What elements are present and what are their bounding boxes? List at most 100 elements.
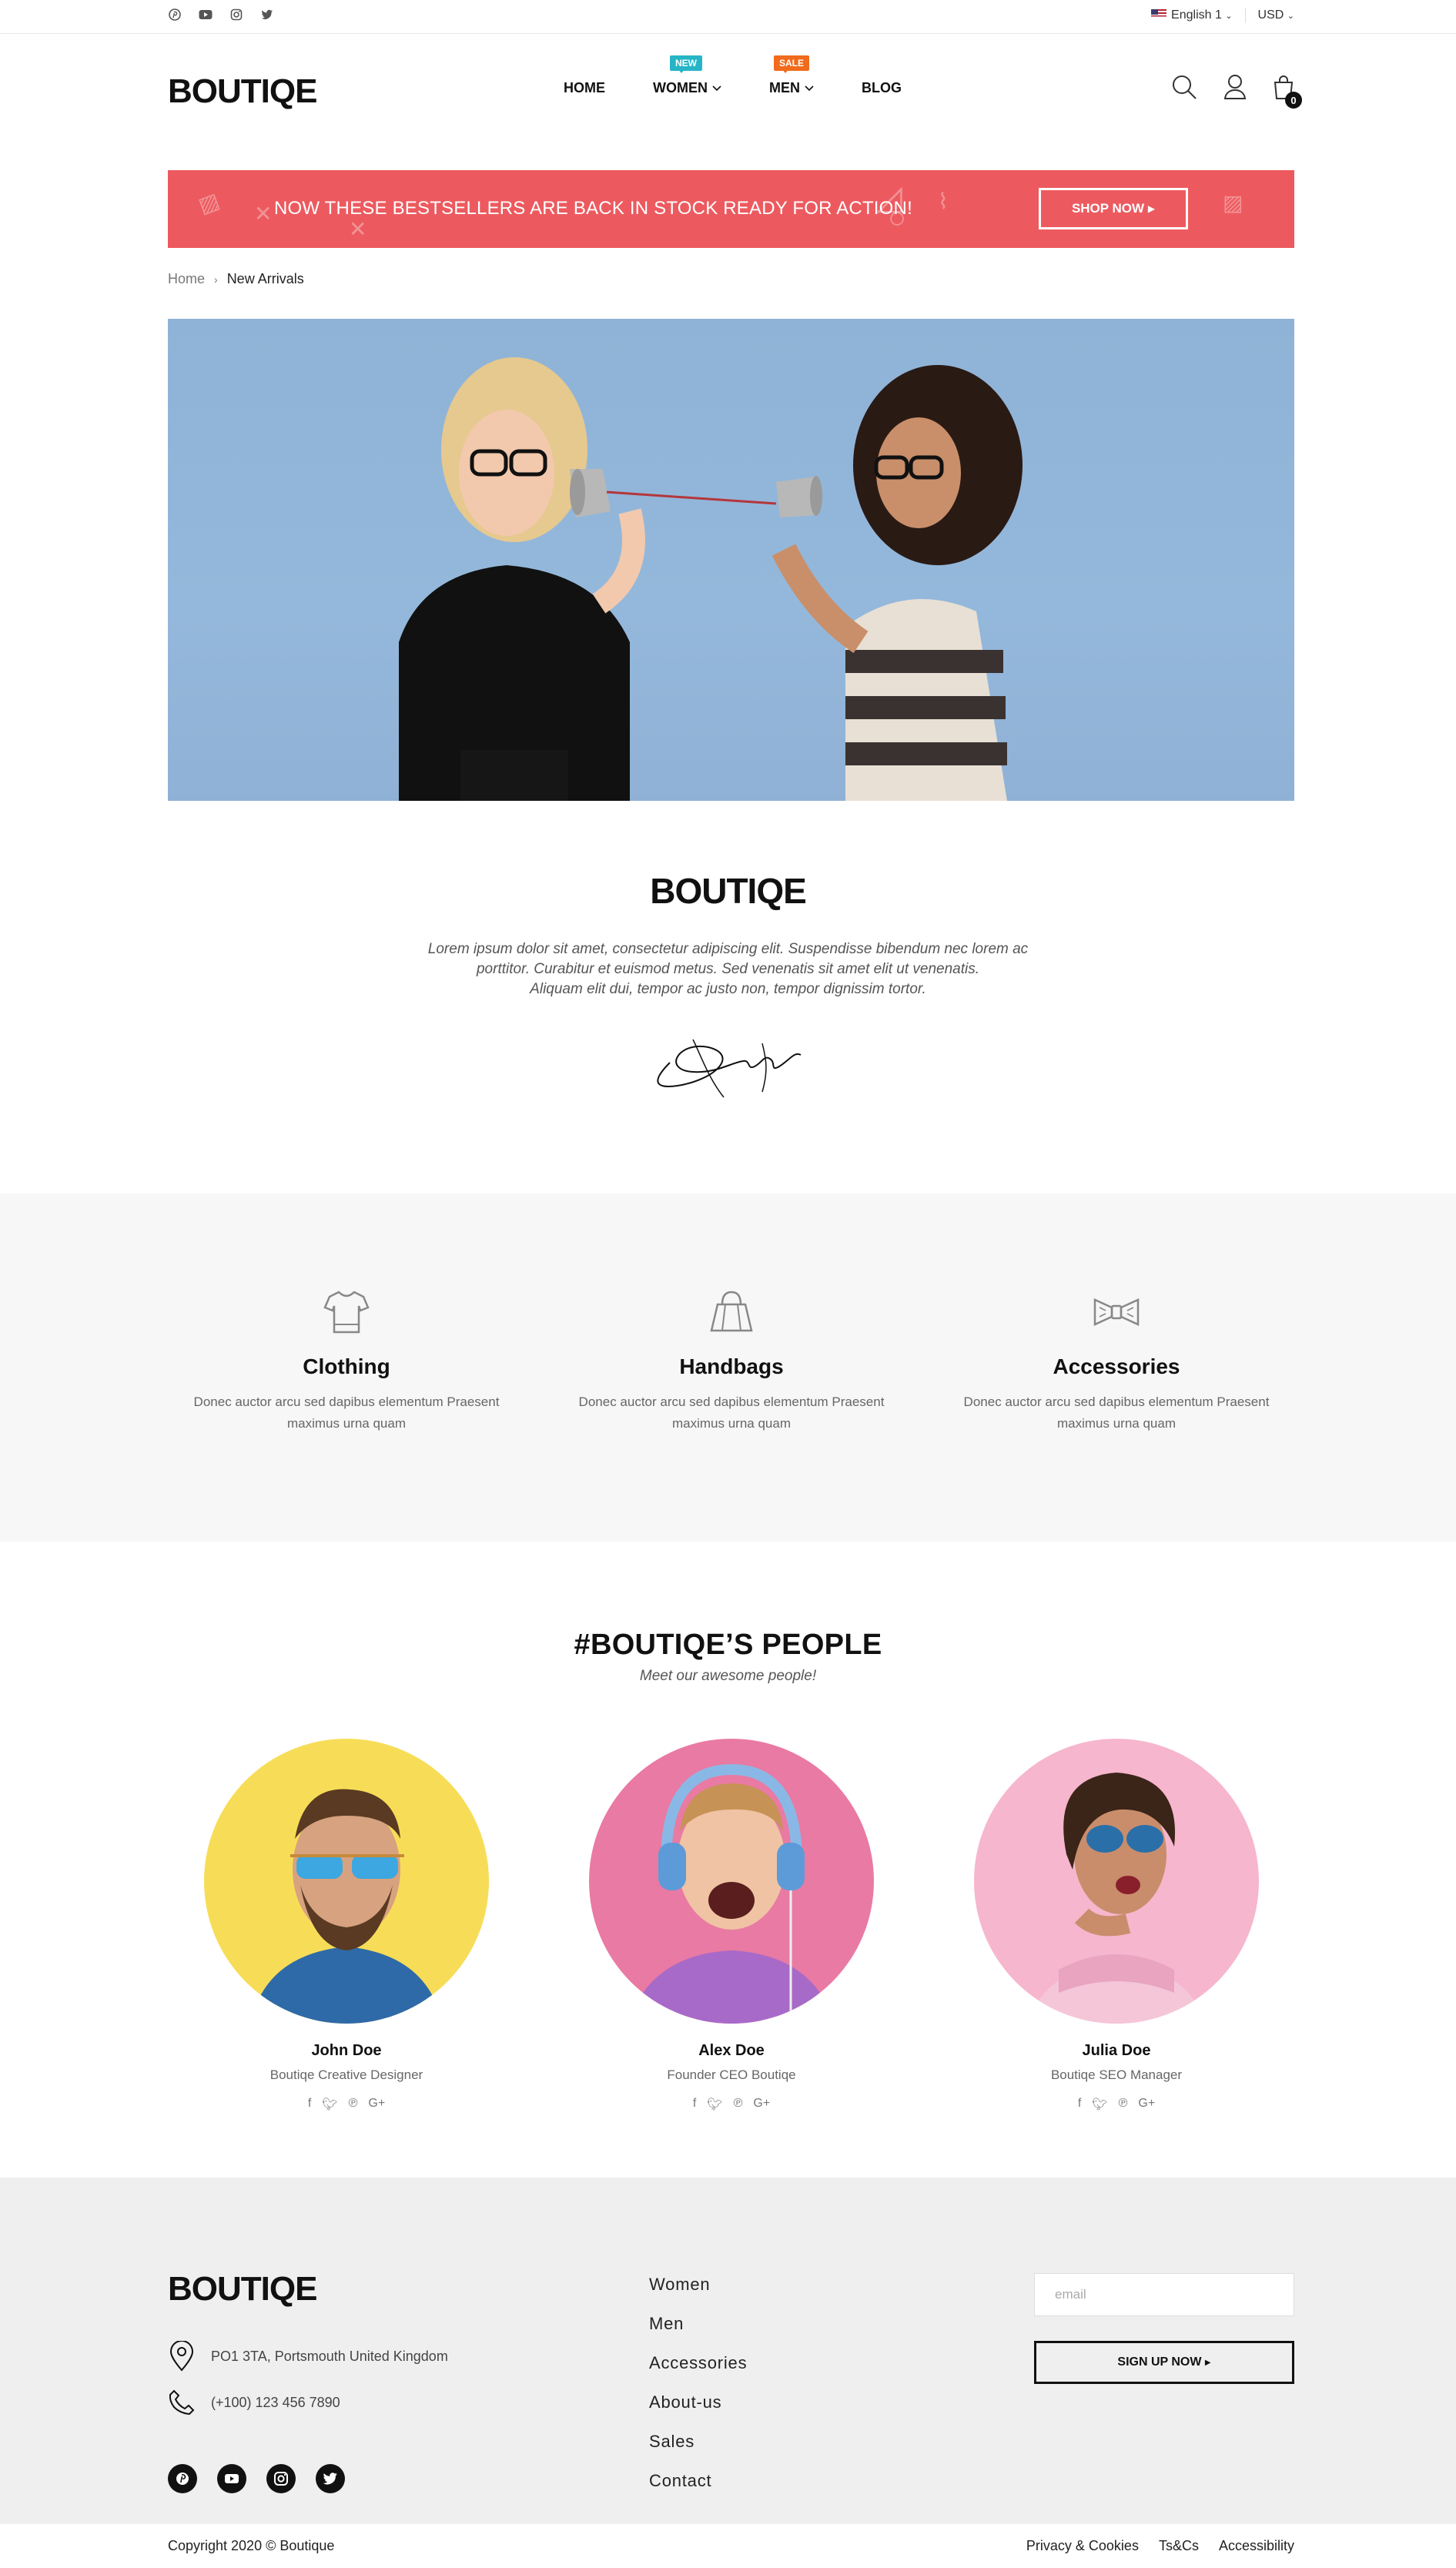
nav-blog[interactable]: BLOG — [862, 80, 902, 96]
main-nav: HOME NEW WOMEN SALE MEN BLOG — [564, 55, 902, 96]
facebook-icon[interactable]: f — [1078, 2097, 1081, 2112]
terms-link[interactable]: Ts&Cs — [1159, 2538, 1199, 2554]
person-name: Julia Doe — [1082, 2042, 1151, 2059]
hero-illustration — [399, 357, 1023, 801]
pinterest-icon[interactable] — [168, 8, 182, 22]
avatar — [589, 1739, 874, 2024]
people-title: #BOUTIQE’S PEOPLE — [574, 1629, 882, 1661]
person-role: Boutiqe Creative Designer — [269, 2067, 423, 2082]
facebook-icon[interactable]: f — [308, 2097, 311, 2112]
caret-right-icon: ▶ — [1204, 2358, 1211, 2367]
language-selector[interactable]: English 1 ⌄ — [1151, 8, 1233, 22]
footer-link-women[interactable]: Women — [649, 2275, 747, 2295]
person-role: Founder CEO Boutiqe — [667, 2067, 796, 2082]
top-social-links — [168, 8, 274, 22]
footer-link-sales[interactable]: Sales — [649, 2432, 747, 2452]
hero-image — [168, 319, 1294, 801]
breadcrumb-current: New Arrivals — [226, 271, 304, 286]
header-actions: 0 — [1171, 74, 1302, 109]
twitter-icon[interactable]: 🐦︎ — [707, 2097, 722, 2112]
category-accessories[interactable]: Accessories Donec auctor arcu sed dapibu… — [939, 1287, 1294, 1435]
people-subtitle: Meet our awesome people! — [639, 1668, 817, 1684]
about-description: Lorem ipsum dolor sit amet, consectetur … — [427, 941, 1029, 997]
footer-address: PO1 3TA, Portsmouth United Kingdom — [168, 2341, 448, 2372]
pinterest-icon[interactable] — [168, 2464, 197, 2493]
currency-selector[interactable]: USD ⌄ — [1258, 8, 1294, 22]
nav-men[interactable]: SALE MEN — [769, 55, 814, 96]
category-description: Donec auctor arcu sed dapibus elementum … — [578, 1394, 885, 1431]
person-social-links: f 🐦︎ ℗ G+ — [192, 2097, 500, 2112]
category-title: Clothing — [303, 1354, 390, 1378]
category-clothing[interactable]: Clothing Donec auctor arcu sed dapibus e… — [169, 1287, 524, 1435]
search-icon[interactable] — [1171, 74, 1197, 104]
google-plus-icon[interactable]: G+ — [1138, 2097, 1155, 2112]
footer-links: Women Men Accessories About-us Sales Con… — [649, 2275, 747, 2491]
nav-women[interactable]: NEW WOMEN — [653, 55, 721, 96]
person-name: John Doe — [311, 2042, 382, 2059]
youtube-icon[interactable] — [217, 2464, 246, 2493]
twitter-icon[interactable]: 🐦︎ — [322, 2097, 337, 2112]
signature-image — [647, 1024, 808, 1105]
bottom-bar: Copyright 2020 © Boutique Privacy & Cook… — [0, 2524, 1456, 2568]
newsletter-email-input[interactable]: email — [1034, 2273, 1294, 2316]
promo-text: NOW THESE BESTSELLERS ARE BACK IN STOCK … — [274, 198, 912, 219]
footer-link-men[interactable]: Men — [649, 2314, 747, 2334]
footer-link-accessories[interactable]: Accessories — [649, 2353, 747, 2373]
nav-home[interactable]: HOME — [564, 80, 605, 96]
shop-now-button[interactable]: SHOP NOW ▶ — [1039, 188, 1188, 229]
divider — [1244, 8, 1246, 23]
footer-link-contact[interactable]: Contact — [649, 2471, 747, 2491]
chevron-right-icon: › — [214, 273, 218, 286]
footer-link-about-us[interactable]: About-us — [649, 2392, 747, 2412]
cart-count-badge: 0 — [1285, 92, 1302, 109]
site-header: BOUTIQE HOME NEW WOMEN SALE MEN BLOG 0 — [0, 34, 1456, 142]
twitter-icon[interactable] — [260, 8, 274, 22]
instagram-icon[interactable] — [266, 2464, 296, 2493]
person-card: John Doe Boutiqe Creative Designer f 🐦︎ … — [192, 1739, 500, 2112]
pinterest-icon[interactable]: ℗ — [1119, 2097, 1128, 2112]
caret-right-icon: ▶ — [1147, 203, 1156, 214]
user-icon[interactable] — [1223, 74, 1247, 104]
accessibility-link[interactable]: Accessibility — [1219, 2538, 1294, 2554]
site-footer: BOUTIQE PO1 3TA, Portsmouth United Kingd… — [0, 2178, 1456, 2524]
handbag-icon — [710, 1291, 753, 1332]
pinterest-icon[interactable]: ℗ — [734, 2097, 743, 2112]
decorative-x-icon: ✕ — [349, 217, 367, 241]
us-flag-icon — [1151, 9, 1167, 19]
about-logo: BOUTIQE — [650, 871, 807, 911]
breadcrumb: Home › New Arrivals — [168, 271, 304, 287]
instagram-icon[interactable] — [229, 8, 243, 22]
breadcrumb-home[interactable]: Home — [168, 271, 205, 287]
google-plus-icon[interactable]: G+ — [368, 2097, 385, 2112]
bowtie-icon — [1093, 1298, 1140, 1326]
footer-logo[interactable]: BOUTIQE — [168, 2270, 317, 2309]
site-logo[interactable]: BOUTIQE — [168, 72, 317, 111]
google-plus-icon[interactable]: G+ — [753, 2097, 770, 2112]
youtube-icon[interactable] — [199, 8, 213, 22]
promo-banner: ▨ ✕ ✕ ◿ ○ ⌇ ▨ NOW THESE BESTSELLERS ARE … — [168, 170, 1294, 248]
person-role: Boutiqe SEO Manager — [1050, 2067, 1183, 2082]
pinterest-icon[interactable]: ℗ — [349, 2097, 358, 2112]
footer-phone: (+100) 123 456 7890 — [168, 2389, 340, 2416]
avatar — [204, 1739, 489, 2024]
copyright-text: Copyright 2020 © Boutique — [168, 2538, 335, 2553]
avatar — [974, 1739, 1259, 2024]
twitter-icon[interactable] — [316, 2464, 345, 2493]
cart-button[interactable]: 0 — [1273, 74, 1302, 109]
category-title: Accessories — [1053, 1354, 1180, 1378]
chevron-down-icon — [712, 85, 721, 91]
twitter-icon[interactable]: 🐦︎ — [1092, 2097, 1107, 2112]
legal-links: Privacy & Cookies Ts&Cs Accessibility — [1026, 2538, 1294, 2554]
locale-controls: English 1 ⌄ USD ⌄ — [1151, 8, 1294, 23]
footer-social-links — [168, 2464, 345, 2493]
facebook-icon[interactable]: f — [693, 2097, 696, 2112]
tshirt-icon — [323, 1291, 370, 1334]
phone-icon — [169, 2389, 195, 2416]
category-handbags[interactable]: Handbags Donec auctor arcu sed dapibus e… — [554, 1287, 909, 1435]
privacy-cookies-link[interactable]: Privacy & Cookies — [1026, 2538, 1139, 2554]
top-bar: English 1 ⌄ USD ⌄ — [0, 0, 1456, 34]
category-description: Donec auctor arcu sed dapibus elementum … — [963, 1394, 1270, 1431]
person-name: Alex Doe — [698, 2042, 765, 2059]
signup-button[interactable]: SIGN UP NOW ▶ — [1034, 2341, 1294, 2384]
decorative-stripes-icon: ▨ — [1223, 191, 1243, 215]
